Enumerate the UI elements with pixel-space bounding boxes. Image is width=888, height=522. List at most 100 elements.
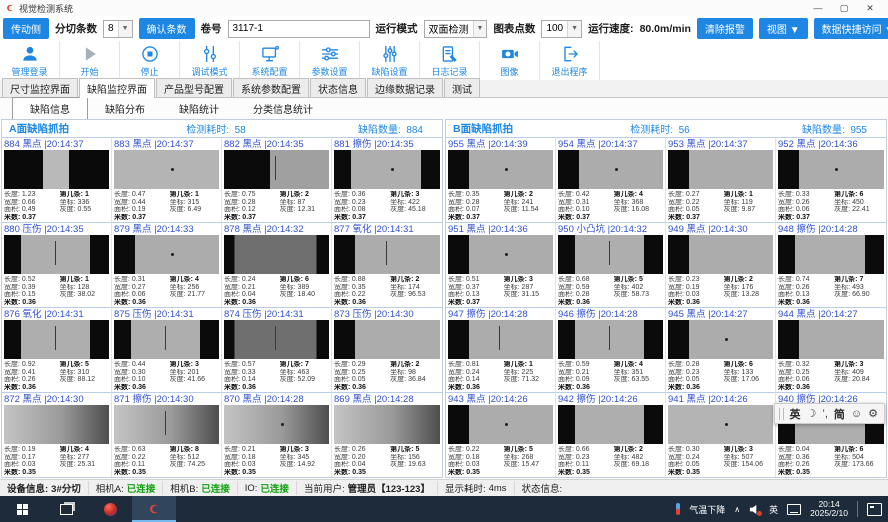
- taskbar-app-1[interactable]: [88, 496, 132, 522]
- task-view-button[interactable]: [44, 496, 88, 522]
- defect-cell[interactable]: 943 黑点 |20:14:26长度: 0.22宽度: 0.18面积: 0.03…: [446, 392, 556, 477]
- data-quick-access-menu-button[interactable]: 数据快捷访问 ▼: [814, 18, 888, 39]
- tray-expand-chevron[interactable]: ∧: [734, 505, 740, 514]
- close-button[interactable]: ✕: [857, 0, 883, 16]
- gear-icon[interactable]: ⚙: [868, 407, 878, 420]
- subtab-1[interactable]: 缺陷分布: [88, 98, 162, 119]
- maximize-button[interactable]: ▢: [831, 0, 857, 16]
- defect-cell[interactable]: 884 黑点 |20:14:37长度: 1.23宽度: 0.66面积: 0.49…: [2, 137, 112, 222]
- defect-cell[interactable]: 950 小凸坑 |20:14:32长度: 0.68宽度: 0.59面积: 0.2…: [556, 222, 666, 307]
- defect-cell[interactable]: 873 压伤 |20:14:30长度: 0.29宽度: 0.25面积: 0.05…: [332, 307, 442, 392]
- ime-drag-handle[interactable]: [779, 408, 784, 420]
- toolbar-button-exit[interactable]: 退出程序: [540, 41, 600, 80]
- defect-id: 871: [114, 394, 130, 405]
- tab-1[interactable]: 缺陷监控界面: [79, 78, 155, 98]
- toolbar-button-log[interactable]: 日志记录: [420, 41, 480, 80]
- defect-cell[interactable]: 946 擦伤 |20:14:28长度: 0.59宽度: 0.21面积: 0.09…: [556, 307, 666, 392]
- defect-cell[interactable]: 882 黑点 |20:14:35长度: 0.75宽度: 0.28面积: 0.12…: [222, 137, 332, 222]
- defect-coordinate: 坐标: 450: [834, 199, 884, 207]
- defect-cell[interactable]: 948 擦伤 |20:14:28长度: 0.74宽度: 0.26面积: 0.13…: [776, 222, 886, 307]
- ime-punctuation-toggle[interactable]: ’,: [822, 408, 828, 420]
- defect-cell[interactable]: 880 压伤 |20:14:35长度: 0.52宽度: 0.39面积: 0.15…: [2, 222, 112, 307]
- defect-cell[interactable]: 881 擦伤 |20:14:35长度: 0.36宽度: 0.23面积: 0.08…: [332, 137, 442, 222]
- defect-cell[interactable]: 877 氧化 |20:14:31长度: 0.88宽度: 0.35面积: 0.22…: [332, 222, 442, 307]
- ime-lang-toggle[interactable]: 英: [790, 406, 801, 422]
- defect-cell-header: 879 黑点 |20:14:33: [114, 223, 219, 235]
- run-mode-select[interactable]: 双面检测 ▼: [424, 20, 488, 38]
- defect-cell[interactable]: 954 黑点 |20:14:37长度: 0.42宽度: 0.31面积: 0.10…: [556, 137, 666, 222]
- defect-id: 953: [668, 139, 684, 150]
- toolbar-button-sliders-h[interactable]: 参数设置: [300, 41, 360, 80]
- roll-number-input[interactable]: [228, 20, 370, 38]
- toolbar-button-stop[interactable]: 停止: [120, 41, 180, 80]
- defect-info: 长度: 0.24宽度: 0.21面积: 0.04米数: 0.36第几条: 6坐标…: [224, 274, 329, 307]
- defect-id: 884: [4, 139, 20, 150]
- toolbar-button-tune[interactable]: 调试模式: [180, 41, 240, 80]
- view-menu-button[interactable]: 视图 ▼: [759, 18, 808, 39]
- defect-cell[interactable]: 874 压伤 |20:14:31长度: 0.57宽度: 0.33面积: 0.14…: [222, 307, 332, 392]
- defect-cell[interactable]: 878 黑点 |20:14:32长度: 0.24宽度: 0.21面积: 0.04…: [222, 222, 332, 307]
- tab-5[interactable]: 边缘数据记录: [367, 78, 443, 97]
- start-button[interactable]: [0, 496, 44, 522]
- defect-width: 宽度: 0.20: [334, 454, 390, 462]
- confirm-count-button[interactable]: 确认条数: [139, 18, 195, 39]
- taskbar-clock[interactable]: 20:14 2025/2/10: [810, 500, 848, 519]
- ime-keyboard-icon[interactable]: [787, 504, 801, 515]
- defect-cell[interactable]: 941 黑点 |20:14:26长度: 0.30宽度: 0.24面积: 0.05…: [666, 392, 776, 477]
- defect-image: [334, 235, 440, 273]
- tab-6[interactable]: 测试: [444, 78, 480, 97]
- tab-0[interactable]: 尺寸监控界面: [2, 78, 78, 97]
- defect-cell[interactable]: 953 黑点 |20:14:37长度: 0.27宽度: 0.22面积: 0.05…: [666, 137, 776, 222]
- defect-cell-header: 870 黑点 |20:14:28: [224, 393, 329, 405]
- defect-type: 擦伤: [577, 309, 596, 320]
- tab-4[interactable]: 状态信息: [310, 78, 366, 97]
- subtab-3[interactable]: 分类信息统计: [236, 98, 330, 119]
- ime-simplified-toggle[interactable]: 简: [834, 406, 845, 422]
- tab-2[interactable]: 产品型号配置: [156, 78, 232, 97]
- slit-count-select[interactable]: 8 ▼: [103, 20, 133, 38]
- toolbar-button-monitor[interactable]: 系统配置: [240, 41, 300, 80]
- defect-cell[interactable]: 945 黑点 |20:14:27长度: 0.28宽度: 0.23面积: 0.05…: [666, 307, 776, 392]
- minimize-button[interactable]: —: [805, 0, 831, 16]
- defect-cell[interactable]: 871 擦伤 |20:14:30长度: 0.63宽度: 0.22面积: 0.11…: [112, 392, 222, 477]
- defect-cell[interactable]: 942 擦伤 |20:14:26长度: 0.66宽度: 0.23面积: 0.11…: [556, 392, 666, 477]
- chart-points-select[interactable]: 100 ▼: [541, 20, 582, 38]
- defect-cell[interactable]: 875 压伤 |20:14:31长度: 0.44宽度: 0.30面积: 0.10…: [112, 307, 222, 392]
- notification-icon[interactable]: [867, 503, 882, 516]
- defect-cell[interactable]: 949 黑点 |20:14:30长度: 0.23宽度: 0.19面积: 0.03…: [666, 222, 776, 307]
- defect-cell[interactable]: 952 黑点 |20:14:36长度: 0.33宽度: 0.26面积: 0.06…: [776, 137, 886, 222]
- defect-cell[interactable]: 947 擦伤 |20:14:28长度: 0.81宽度: 0.24面积: 0.14…: [446, 307, 556, 392]
- defect-image: [4, 150, 109, 188]
- defect-cell[interactable]: 883 黑点 |20:14:37长度: 0.47宽度: 0.44面积: 0.19…: [112, 137, 222, 222]
- volume-icon[interactable]: [749, 504, 760, 515]
- toolbar-button-play[interactable]: 开始: [60, 41, 120, 80]
- taskbar-app-active[interactable]: [132, 496, 176, 522]
- defect-id: 949: [668, 224, 684, 235]
- defect-strip-number: 第几条: 1: [170, 191, 219, 199]
- toolbar-button-sliders-v[interactable]: 缺陷设置: [360, 41, 420, 80]
- defect-cell[interactable]: 876 氧化 |20:14:31长度: 0.92宽度: 0.41面积: 0.26…: [2, 307, 112, 392]
- defect-cell[interactable]: 879 黑点 |20:14:33长度: 0.31宽度: 0.27面积: 0.06…: [112, 222, 222, 307]
- defect-id: 943: [448, 394, 464, 405]
- defect-area: 面积: 0.03: [668, 291, 724, 299]
- defect-cell[interactable]: 944 黑点 |20:14:27长度: 0.32宽度: 0.25面积: 0.06…: [776, 307, 886, 392]
- defect-width: 宽度: 0.24: [668, 454, 724, 462]
- defect-cell[interactable]: 951 黑点 |20:14:36长度: 0.51宽度: 0.37面积: 0.13…: [446, 222, 556, 307]
- clear-alarm-button[interactable]: 清除报警: [697, 18, 753, 39]
- subtab-0[interactable]: 缺陷信息: [12, 97, 88, 120]
- emoji-icon[interactable]: ☺: [851, 408, 862, 420]
- weather-widget[interactable]: 气温下降: [689, 503, 725, 516]
- defect-cell[interactable]: 872 黑点 |20:14:30长度: 0.19宽度: 0.17面积: 0.03…: [2, 392, 112, 477]
- defect-cell[interactable]: 869 黑点 |20:14:28长度: 0.26宽度: 0.20面积: 0.04…: [332, 392, 442, 477]
- defect-cell[interactable]: 955 黑点 |20:14:39长度: 0.35宽度: 0.28面积: 0.07…: [446, 137, 556, 222]
- defect-area: 面积: 0.26: [778, 461, 834, 469]
- toolbar-button-camera[interactable]: 图像: [480, 41, 540, 80]
- moon-icon[interactable]: ☽: [807, 407, 817, 420]
- input-language-indicator[interactable]: 英: [769, 503, 778, 516]
- defect-cell[interactable]: 870 黑点 |20:14:28长度: 0.21宽度: 0.18面积: 0.03…: [222, 392, 332, 477]
- subtab-2[interactable]: 缺陷统计: [162, 98, 236, 119]
- taskbar-date: 2025/2/10: [810, 509, 848, 519]
- toolbar-button-user[interactable]: 管理登录: [0, 41, 60, 80]
- drive-side-button[interactable]: 传动侧: [3, 18, 49, 39]
- tab-3[interactable]: 系统参数配置: [233, 78, 309, 97]
